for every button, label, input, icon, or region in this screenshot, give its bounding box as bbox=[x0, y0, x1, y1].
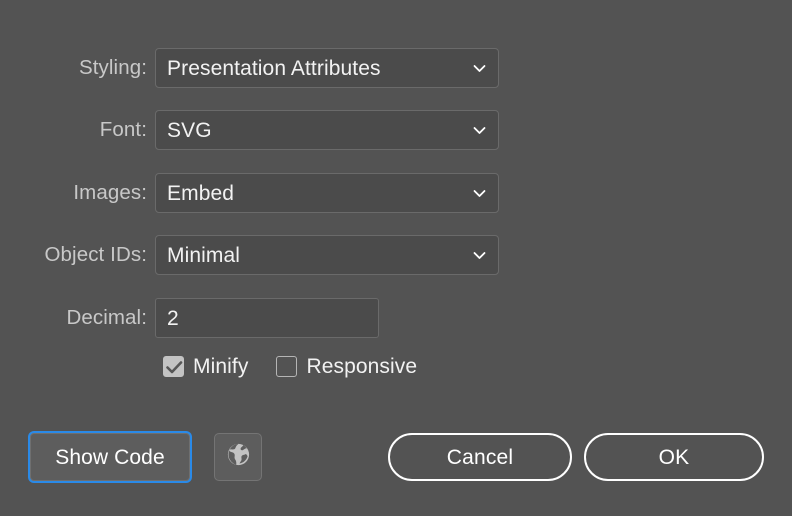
globe-icon bbox=[225, 441, 252, 473]
checkbox-minify[interactable]: Minify bbox=[163, 356, 248, 377]
label-styling: Styling: bbox=[0, 58, 155, 79]
preview-in-browser-button[interactable] bbox=[214, 433, 262, 481]
checkmark-icon bbox=[166, 360, 183, 375]
form-row-font: Font: SVG bbox=[0, 110, 792, 150]
form-row-styling: Styling: Presentation Attributes bbox=[0, 48, 792, 88]
select-styling[interactable]: Presentation Attributes bbox=[155, 48, 499, 88]
select-font-value: SVG bbox=[156, 120, 212, 141]
chevron-down-icon bbox=[472, 61, 487, 76]
checkbox-responsive[interactable]: Responsive bbox=[276, 356, 417, 377]
select-images-value: Embed bbox=[156, 183, 234, 204]
svg-export-options-dialog: Styling: Presentation Attributes Font: S… bbox=[0, 0, 792, 516]
ok-button[interactable]: OK bbox=[584, 433, 764, 481]
select-images[interactable]: Embed bbox=[155, 173, 499, 213]
select-font[interactable]: SVG bbox=[155, 110, 499, 150]
checkbox-row: Minify Responsive bbox=[163, 356, 417, 377]
select-styling-value: Presentation Attributes bbox=[156, 58, 381, 79]
decimal-input-value: 2 bbox=[156, 308, 179, 329]
ok-button-label: OK bbox=[659, 447, 690, 468]
form-row-decimal: Decimal: 2 bbox=[0, 298, 792, 338]
checkbox-minify-box[interactable] bbox=[163, 356, 184, 377]
label-images: Images: bbox=[0, 183, 155, 204]
chevron-down-icon bbox=[472, 248, 487, 263]
show-code-button[interactable]: Show Code bbox=[30, 433, 190, 481]
show-code-button-label: Show Code bbox=[55, 447, 164, 468]
form-row-images: Images: Embed bbox=[0, 173, 792, 213]
select-object-ids[interactable]: Minimal bbox=[155, 235, 499, 275]
cancel-button[interactable]: Cancel bbox=[388, 433, 572, 481]
form-row-object-ids: Object IDs: Minimal bbox=[0, 235, 792, 275]
label-object-ids: Object IDs: bbox=[0, 245, 155, 266]
select-object-ids-value: Minimal bbox=[156, 245, 240, 266]
checkbox-responsive-label: Responsive bbox=[306, 356, 417, 377]
cancel-button-label: Cancel bbox=[447, 447, 514, 468]
label-decimal: Decimal: bbox=[0, 308, 155, 329]
chevron-down-icon bbox=[472, 186, 487, 201]
checkbox-minify-label: Minify bbox=[193, 356, 248, 377]
decimal-input[interactable]: 2 bbox=[155, 298, 379, 338]
chevron-down-icon bbox=[472, 123, 487, 138]
checkbox-responsive-box[interactable] bbox=[276, 356, 297, 377]
label-font: Font: bbox=[0, 120, 155, 141]
